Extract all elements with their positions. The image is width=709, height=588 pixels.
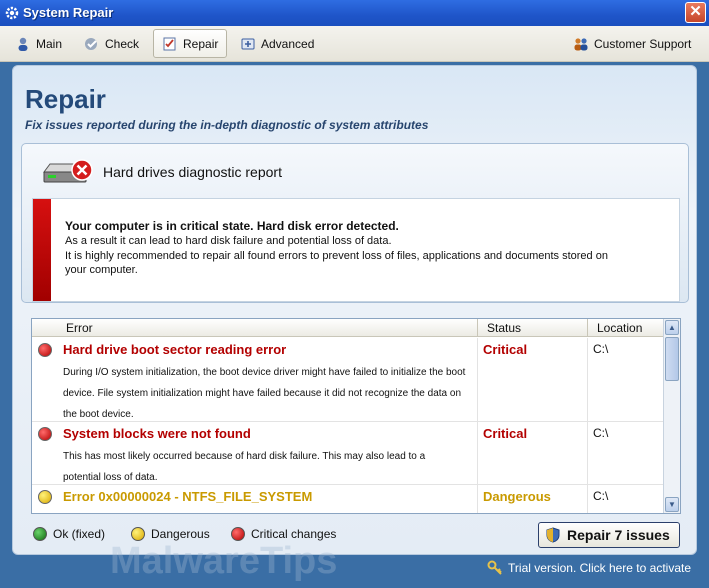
tab-repair-label: Repair	[183, 36, 219, 51]
error-name: Error 0x00000024 - NTFS_FILE_SYSTEM	[63, 489, 313, 504]
tab-advanced-label: Advanced	[261, 36, 315, 51]
error-description: During I/O system initialization, the bo…	[63, 367, 466, 420]
check-icon	[85, 37, 97, 50]
critical-status-icon	[38, 427, 52, 441]
ok-status-icon	[33, 527, 47, 541]
scroll-thumb[interactable]	[665, 337, 679, 381]
repair-issues-label: Repair 7 issues	[567, 527, 670, 543]
toolbar: Main Check Repair Advanced Customer Supp…	[0, 26, 709, 62]
tab-check[interactable]: Check	[75, 29, 148, 58]
cell-divider	[587, 485, 588, 513]
cell-divider	[587, 338, 588, 421]
window-title: System Repair	[23, 5, 114, 20]
error-location: C:\	[593, 489, 609, 503]
column-divider	[587, 319, 588, 337]
column-error[interactable]: Error	[66, 321, 93, 335]
diagnostic-report: Hard drives diagnostic report Your compu…	[21, 143, 689, 303]
repair-panel: Repair Fix issues reported during the in…	[12, 65, 697, 555]
user-icon	[18, 37, 28, 51]
cell-divider	[477, 422, 478, 484]
error-name: System blocks were not found	[63, 426, 251, 441]
column-location[interactable]: Location	[597, 321, 642, 335]
tab-check-label: Check	[105, 36, 140, 51]
error-list[interactable]: Error Status Location Hard drive boot se…	[31, 318, 681, 514]
error-name: Hard drive boot sector reading error	[63, 342, 287, 357]
error-location: C:\	[593, 342, 609, 356]
repair-issues-button[interactable]: Repair 7 issues	[538, 522, 680, 548]
critical-alert: Your computer is in critical state. Hard…	[32, 198, 680, 302]
error-status: Critical	[483, 426, 528, 441]
legend-ok-label: Ok (fixed)	[53, 527, 106, 541]
alert-line: It is highly recommended to repair all f…	[65, 249, 608, 277]
alert-line: As a result it can lead to hard disk fai…	[65, 235, 392, 247]
error-status: Critical	[483, 342, 528, 357]
dangerous-status-icon	[38, 490, 52, 504]
critical-status-icon	[38, 343, 52, 357]
error-description: This has most likely occurred because of…	[63, 451, 426, 483]
legend-dangerous-label: Dangerous	[151, 527, 210, 541]
legend-critical: Critical changes	[231, 527, 336, 541]
error-location: C:\	[593, 426, 609, 440]
tab-advanced[interactable]: Advanced	[231, 29, 323, 58]
advanced-icon	[241, 38, 255, 49]
cell-divider	[477, 485, 478, 513]
title-bar: System Repair ✕	[0, 0, 709, 26]
list-scrollbar[interactable]: ▲ ▼	[663, 319, 680, 513]
alert-body: As a result it can lead to hard disk fai…	[65, 234, 625, 278]
column-divider	[477, 319, 478, 337]
tab-main[interactable]: Main	[6, 29, 71, 58]
column-status[interactable]: Status	[487, 321, 521, 335]
alert-title: Your computer is in critical state. Hard…	[65, 219, 399, 233]
report-heading: Hard drives diagnostic report	[103, 164, 282, 180]
cell-divider	[587, 422, 588, 484]
support-icon	[574, 37, 588, 50]
gear-icon	[5, 6, 19, 20]
cell-divider	[477, 338, 478, 421]
tab-repair[interactable]: Repair	[153, 29, 228, 58]
critical-status-icon	[231, 527, 245, 541]
customer-support-label: Customer Support	[594, 36, 692, 51]
page-subtitle: Fix issues reported during the in-depth …	[25, 118, 429, 132]
shield-icon	[546, 527, 560, 543]
close-button[interactable]: ✕	[685, 2, 706, 23]
page-title: Repair	[25, 84, 106, 114]
key-icon	[487, 560, 502, 575]
scroll-down-button[interactable]: ▼	[665, 497, 679, 512]
hard-drive-error-icon	[43, 159, 93, 183]
close-icon: ✕	[689, 3, 702, 20]
table-row[interactable]: Error 0x00000024 - NTFS_FILE_SYSTEM Dang…	[32, 485, 664, 513]
trial-text: Trial version. Click here to activate	[508, 561, 691, 575]
legend-ok: Ok (fixed)	[33, 527, 105, 541]
alert-severity-bar	[33, 199, 51, 301]
tab-main-label: Main	[36, 36, 63, 51]
legend-dangerous: Dangerous	[131, 527, 210, 541]
legend-critical-label: Critical changes	[251, 527, 337, 541]
scroll-up-button[interactable]: ▲	[665, 320, 679, 335]
table-row[interactable]: System blocks were not found This has mo…	[32, 422, 664, 485]
customer-support-button[interactable]: Customer Support	[564, 29, 700, 58]
activate-link[interactable]: Trial version. Click here to activate	[487, 560, 691, 576]
table-row[interactable]: Hard drive boot sector reading error Dur…	[32, 338, 664, 422]
list-header: Error Status Location	[32, 319, 664, 337]
dangerous-status-icon	[131, 527, 145, 541]
error-status: Dangerous	[483, 489, 551, 504]
repair-icon	[163, 37, 176, 50]
